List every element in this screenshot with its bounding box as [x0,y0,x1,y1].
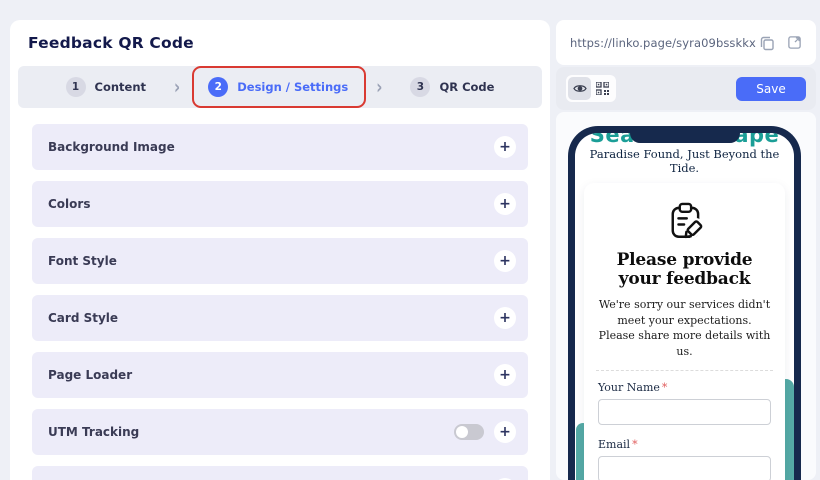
feedback-heading: Please provide your feedback [616,250,753,290]
view-switcher [566,75,616,102]
qr-code-icon [596,82,609,95]
step-content[interactable]: 1 Content [64,77,149,97]
plus-icon[interactable]: + [494,136,516,158]
toggle-knob [456,426,468,438]
step-number: 3 [410,77,431,97]
field-label: Your Name [598,380,660,394]
chevron-right-icon: › [174,75,181,99]
dashed-divider [596,369,773,371]
step-design-settings[interactable]: 2 Design / Settings [192,66,367,108]
preview-eye-button[interactable] [568,77,591,100]
builder-header: Feedback QR Code [10,20,550,66]
chevron-right-icon: › [376,75,383,99]
accordion-section-page-loader[interactable]: Page Loader + [32,352,528,398]
copy-icon[interactable] [759,35,775,51]
required-asterisk: * [661,380,668,394]
plus-icon[interactable]: + [494,307,516,329]
accordion-section-utm-tracking[interactable]: UTM Tracking + [32,409,528,455]
accordion-section-card-style[interactable]: Card Style + [32,295,528,341]
clipboard-edit-icon [671,202,705,239]
plus-icon[interactable]: + [494,421,516,443]
feedback-description: We're sorry our services didn't meet you… [598,298,771,358]
page-title: Feedback QR Code [28,34,194,52]
field-label: Email [598,437,631,451]
plus-icon[interactable]: + [494,364,516,386]
field-email: Email * [598,438,771,480]
phone-notch [629,133,740,143]
feedback-card: Please provide your feedback We're sorry… [584,183,785,480]
field-your-name: Your Name * [598,381,771,425]
utm-tracking-toggle[interactable] [454,424,484,440]
stepper: 1 Content › 2 Design / Settings › 3 QR C… [18,66,542,108]
plus-icon[interactable]: + [494,250,516,272]
save-button[interactable]: Save [736,76,806,101]
phone-screen: Seaside Escape Paradise Found, Just Beyo… [575,133,794,480]
settings-accordion: Background Image + Colors + Font Style +… [10,108,550,480]
accordion-section-partial[interactable]: + [32,466,528,480]
open-external-icon[interactable] [787,35,802,50]
accordion-section-colors[interactable]: Colors + [32,181,528,227]
qr-view-button[interactable] [591,77,614,100]
url-bar: https://linko.page/syra09bsskkx [556,20,816,65]
accordion-section-font-style[interactable]: Font Style + [32,238,528,284]
your-name-input[interactable] [598,398,771,425]
plus-icon[interactable]: + [494,193,516,215]
accordion-section-background-image[interactable]: Background Image + [32,124,528,170]
step-number: 1 [65,77,86,97]
step-number: 2 [208,77,229,97]
page-url: https://linko.page/syra09bsskkx [570,35,756,50]
required-asterisk: * [632,437,638,451]
email-input[interactable] [598,455,771,480]
step-qr-code[interactable]: 3 QR Code [408,77,496,97]
builder-panel: Feedback QR Code 1 Content › 2 Design / … [10,20,550,480]
brand-tagline: Paradise Found, Just Beyond the Tide. [589,147,780,175]
preview-toolbar: Save [556,67,816,110]
phone-mockup: Seaside Escape Paradise Found, Just Beyo… [568,126,801,480]
eye-icon [572,85,587,92]
